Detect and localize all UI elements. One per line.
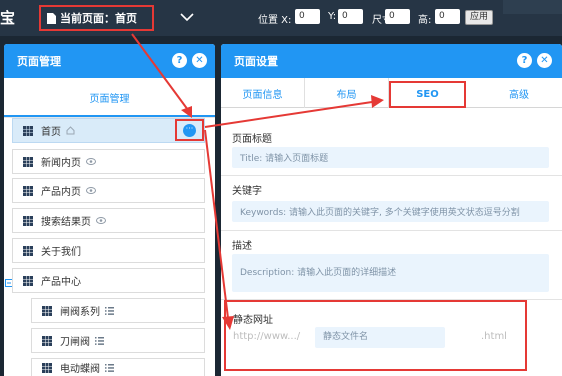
arrow-to-more-button — [131, 33, 189, 111]
arrow-to-seo-tab-head — [371, 95, 384, 108]
arrow-to-static-url-head — [222, 316, 234, 330]
arrow-to-static-url — [204, 129, 229, 319]
arrow-to-seo-tab — [204, 101, 373, 128]
annotation-arrows — [131, 33, 384, 330]
